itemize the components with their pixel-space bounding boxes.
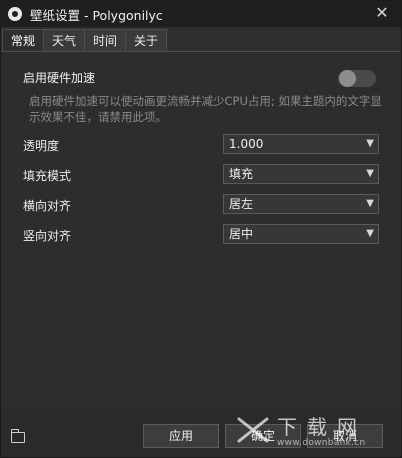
tab-time[interactable]: 时间 bbox=[84, 29, 127, 51]
settings-window: 壁纸设置 - Polygonilyc ✕ 常规 天气 时间 关于 启用硬件加速 … bbox=[0, 0, 402, 458]
hw-accel-toggle[interactable] bbox=[338, 70, 376, 87]
hw-accel-label: 启用硬件加速 bbox=[23, 71, 96, 85]
title-bar: 壁纸设置 - Polygonilyc ✕ bbox=[1, 1, 401, 27]
cancel-button[interactable]: 取消 bbox=[307, 424, 383, 448]
chevron-down-icon: ▼ bbox=[366, 168, 374, 179]
tab-about[interactable]: 关于 bbox=[125, 29, 168, 51]
v-align-value: 居中 bbox=[229, 227, 254, 241]
fill-mode-select[interactable]: 填充 ▼ bbox=[223, 164, 379, 184]
opacity-value: 1.000 bbox=[229, 137, 264, 151]
window-title: 壁纸设置 - Polygonilyc bbox=[30, 7, 163, 23]
opacity-select[interactable]: 1.000 ▼ bbox=[223, 134, 379, 154]
apply-button[interactable]: 应用 bbox=[143, 424, 219, 448]
hw-accel-description: 启用硬件加速可以使动画更流畅并减少CPU占用; 如果主题内的文字显示效果不佳，请… bbox=[29, 94, 382, 124]
tab-bar: 常规 天气 时间 关于 bbox=[2, 29, 168, 51]
h-align-select[interactable]: 居左 ▼ bbox=[223, 194, 379, 214]
opacity-label: 透明度 bbox=[23, 139, 60, 153]
close-button[interactable]: ✕ bbox=[373, 4, 391, 22]
chevron-down-icon: ▼ bbox=[366, 198, 374, 209]
v-align-select[interactable]: 居中 ▼ bbox=[223, 224, 379, 244]
h-align-value: 居左 bbox=[229, 197, 254, 211]
v-align-label: 竖向对齐 bbox=[23, 229, 72, 243]
tab-general[interactable]: 常规 bbox=[2, 29, 45, 51]
tab-weather[interactable]: 天气 bbox=[43, 29, 86, 51]
ok-button[interactable]: 确定 bbox=[225, 424, 301, 448]
chevron-down-icon: ▼ bbox=[366, 138, 374, 149]
chevron-down-icon: ▼ bbox=[366, 228, 374, 239]
folder-icon[interactable] bbox=[10, 429, 25, 443]
h-align-label: 横向对齐 bbox=[23, 199, 72, 213]
toggle-knob bbox=[339, 70, 356, 87]
fill-mode-value: 填充 bbox=[229, 167, 254, 181]
fill-mode-label: 填充模式 bbox=[23, 169, 72, 183]
gear-icon bbox=[8, 7, 22, 21]
